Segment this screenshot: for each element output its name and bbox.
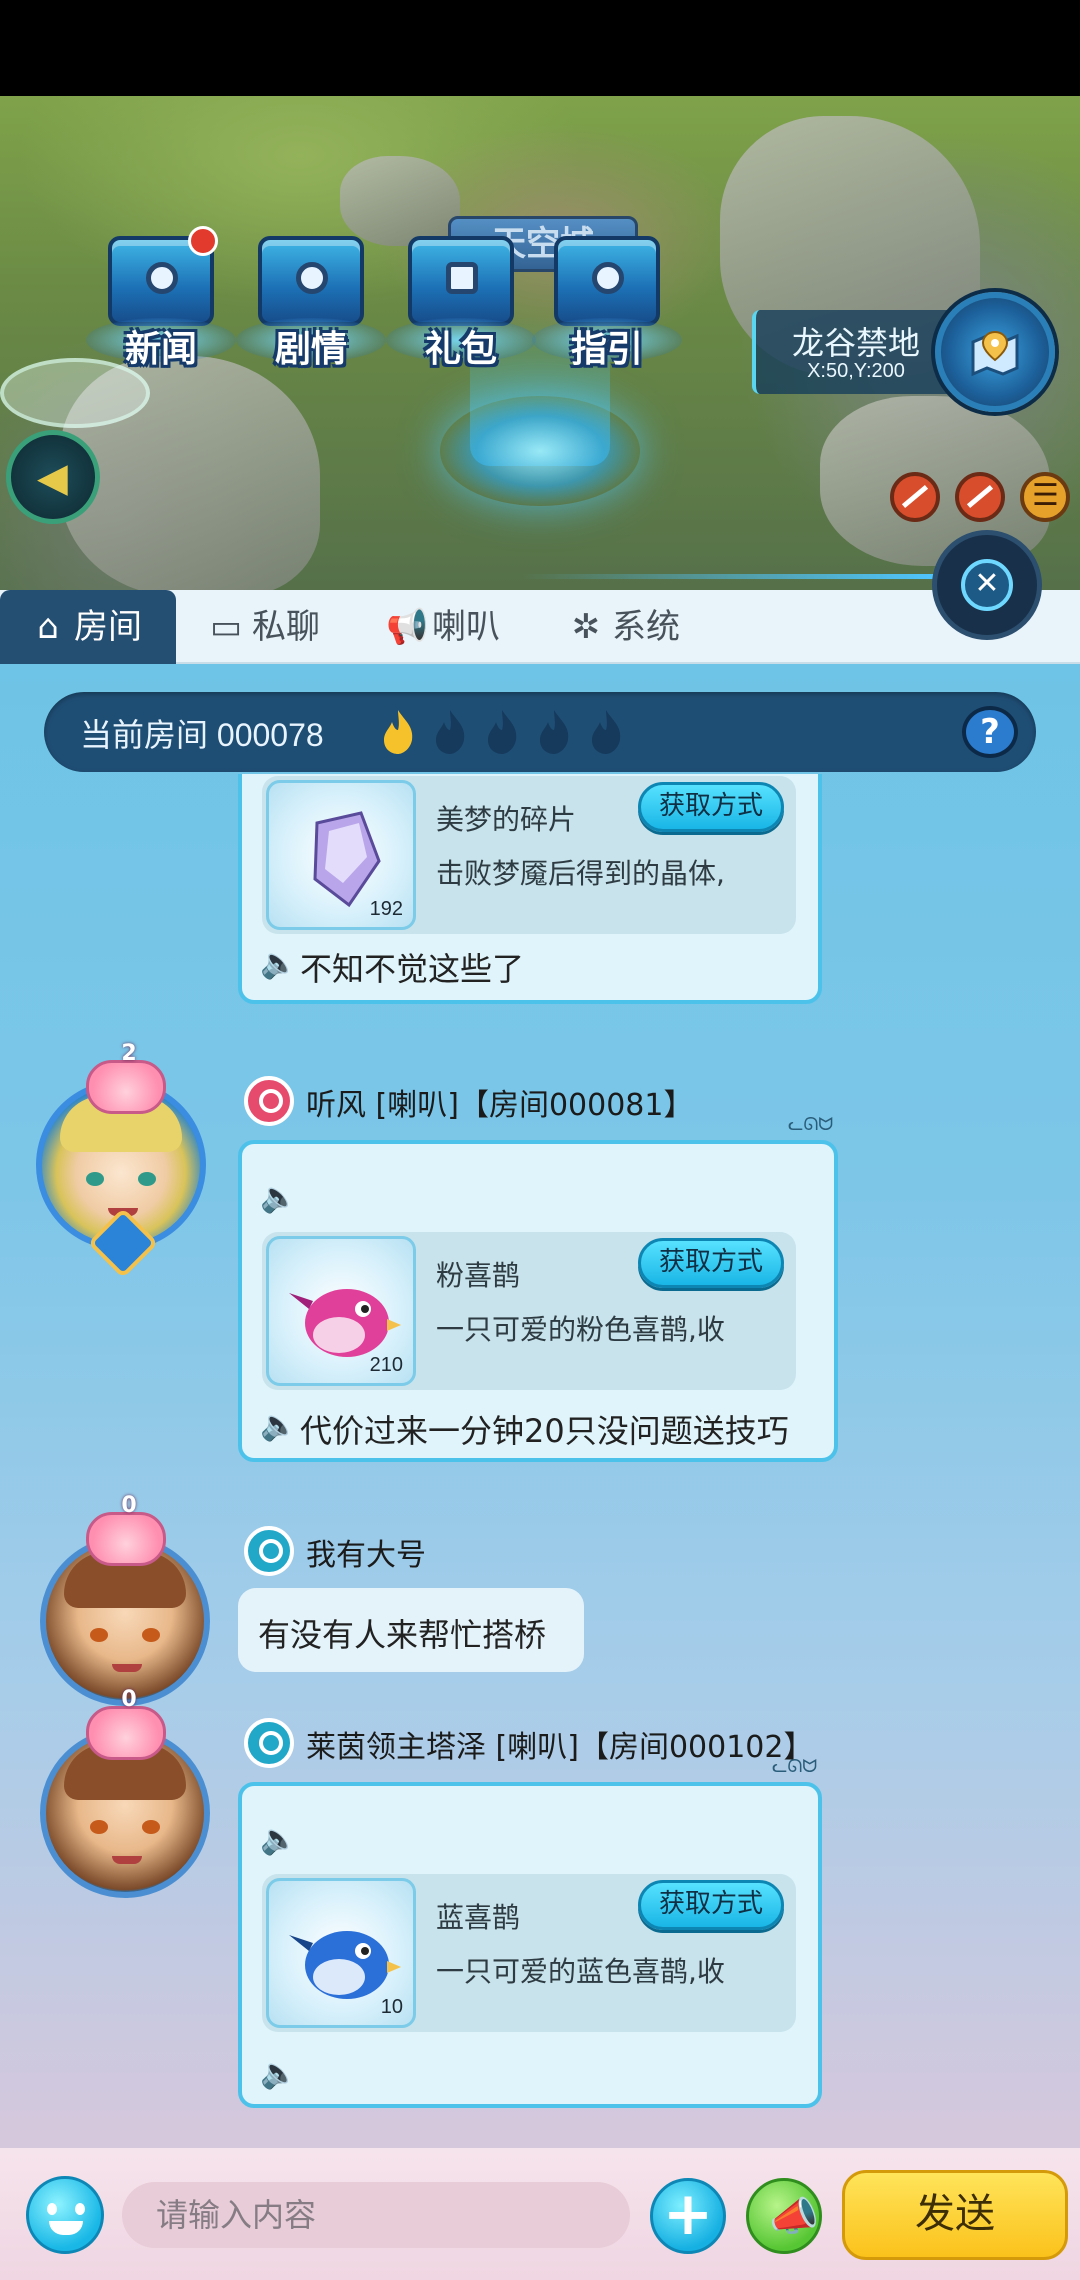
menu-story-label: 剧情 [274,329,347,370]
close-chat-button[interactable]: ✕ [932,530,1042,640]
send-button[interactable]: 发送 [842,2170,1068,2260]
flame-icon [384,710,413,754]
speaker-icon: 🔈 [260,1822,298,1857]
message-bubble: ᓚᘏᗢ 🔈 210 粉喜鹊 一只可爱的粉色喜鹊,收 获取方式 🔈 代价过来一分钟… [238,1114,838,1462]
menu-news-button[interactable]: 新闻 [86,226,236,376]
tab-system[interactable]: ✲ 系统 [566,590,716,664]
avatar-level-badge: 0 [86,1493,166,1566]
menu-gift-button[interactable]: 礼包 [386,226,536,376]
sender-name[interactable]: 听风 [喇叭]【房间000081】 [306,1080,693,1124]
item-name: 粉喜鹊 [436,1259,521,1292]
megaphone-icon: 📢 [386,607,429,647]
message-bubble: 192 美梦的碎片 击败梦魇后得到的晶体, 获取方式 🔈 不知不觉这些了 [238,774,822,1004]
flame-icon [436,710,465,754]
emoji-button[interactable] [26,2176,104,2254]
item-description: 一只可爱的蓝色喜鹊,收 [436,1955,725,1988]
item-card[interactable]: 210 粉喜鹊 一只可爱的粉色喜鹊,收 获取方式 [262,1232,796,1390]
megaphone-icon: 📣 [769,2194,819,2240]
tab-horn-label: 喇叭 [432,607,500,647]
flame-icon [540,710,569,754]
flame-icon [488,710,517,754]
location-name: 龙谷禁地 [791,324,920,362]
item-name: 美梦的碎片 [436,803,577,836]
female-gender-icon [244,1076,294,1126]
avatar-level-badge: 2 [86,1041,166,1114]
house-icon: ⌂ [37,607,59,647]
male-gender-icon [244,1526,294,1576]
speaker-icon: 🔈 [260,946,298,981]
task-list-icon[interactable] [1020,472,1070,522]
sender-name[interactable]: 莱茵领主塔泽 [喇叭]【房间000102】 [306,1722,813,1766]
location-panel: 龙谷禁地 X:50,Y:200 [752,310,962,394]
tab-private[interactable]: ▭ 私聊 [206,590,356,664]
add-attachment-button[interactable]: + [650,2178,726,2254]
tab-room-label: 房间 [74,607,142,647]
collapse-menu-button[interactable]: ◀ [6,430,100,524]
item-description: 一只可爱的粉色喜鹊,收 [436,1313,725,1346]
tab-system-label: 系统 [612,607,680,647]
get-method-button[interactable]: 获取方式 [638,1880,784,1930]
crystal-shard-icon: 192 [266,780,416,930]
item-count: 210 [369,1354,403,1376]
story-box-icon [258,236,364,326]
speaker-icon: 🔈 [260,2056,298,2091]
message-list[interactable]: 192 美梦的碎片 击败梦魇后得到的晶体, 获取方式 🔈 不知不觉这些了 2 听… [0,774,1080,2140]
item-card[interactable]: 10 蓝喜鹊 一只可爱的蓝色喜鹊,收 获取方式 [262,1874,796,2032]
mute-sound-icon[interactable] [955,472,1005,522]
monitor-icon: ▭ [209,607,243,647]
item-name: 蓝喜鹊 [436,1901,521,1934]
avatar-level-badge: 0 [86,1687,166,1760]
tab-horn[interactable]: 📢 喇叭 [386,590,536,664]
chat-panel: ⌂ 房间 ▭ 私聊 📢 喇叭 ✲ 系统 当前房间 000078 ? 192 美梦… [0,590,1080,2280]
menu-guide-button[interactable]: 指引 [532,226,682,376]
minimap-disc [0,358,150,428]
current-room-bar: 当前房间 000078 ? [44,692,1036,772]
scene-divider-line [520,574,940,579]
triangle-left-icon: ◀ [37,455,68,501]
speaker-icon: 🔈 [260,1180,298,1215]
blue-magpie-icon: 10 [266,1878,416,2028]
speaker-icon: 🔈 [260,1408,298,1443]
item-count: 10 [380,1996,403,2018]
close-icon: ✕ [961,559,1013,611]
item-card[interactable]: 192 美梦的碎片 击败梦魇后得到的晶体, 获取方式 [262,776,796,934]
current-room-label: 当前房间 000078 [80,717,324,753]
item-count: 192 [369,898,403,920]
mute-voice-icon[interactable] [890,472,940,522]
cat-ear-decoration: ᓚᘏᗢ [772,1756,818,1777]
menu-story-button[interactable]: 剧情 [236,226,386,376]
message-text: 代价过来一分钟20只没问题送技巧 [300,1412,789,1450]
map-pin-icon [971,330,1019,377]
get-method-button[interactable]: 获取方式 [638,782,784,832]
menu-guide-label: 指引 [570,329,643,370]
gift-pack-icon [408,236,514,326]
chat-tabbar: ⌂ 房间 ▭ 私聊 📢 喇叭 ✲ 系统 [0,590,1080,664]
get-method-button[interactable]: 获取方式 [638,1238,784,1288]
room-help-button[interactable]: ? [962,706,1018,758]
chat-message-input[interactable] [122,2182,630,2248]
flame-icon [592,710,621,754]
tab-private-label: 私聊 [252,607,320,647]
guide-box-icon [554,236,660,326]
item-description: 击败梦魇后得到的晶体, [436,857,725,890]
location-coords: X:50,Y:200 [807,360,905,382]
tab-room[interactable]: ⌂ 房间 [0,590,176,664]
sender-name[interactable]: 我有大号 [306,1530,426,1574]
chat-input-bar: + 📣 发送 [0,2148,1080,2280]
world-map-button[interactable] [935,292,1055,412]
male-gender-icon [244,1718,294,1768]
voice-message-button[interactable]: 📣 [746,2178,822,2254]
message-text: 有没有人来帮忙搭桥 [258,1616,547,1654]
pinwheel-icon: ✲ [571,607,601,647]
teleport-portal[interactable] [440,396,640,506]
message-bubble: ᓚᘏᗢ 🔈 10 蓝喜鹊 一只可爱的蓝色喜鹊,收 获取方式 🔈 [238,1756,822,2108]
menu-gift-label: 礼包 [424,329,497,370]
notification-dot [188,226,218,256]
status-bar [0,0,1080,96]
message-text: 不知不觉这些了 [300,950,525,988]
pink-magpie-icon: 210 [266,1236,416,1386]
cat-ear-decoration: ᓚᘏᗢ [788,1114,834,1135]
message-bubble: 有没有人来帮忙搭桥 [238,1588,584,1672]
